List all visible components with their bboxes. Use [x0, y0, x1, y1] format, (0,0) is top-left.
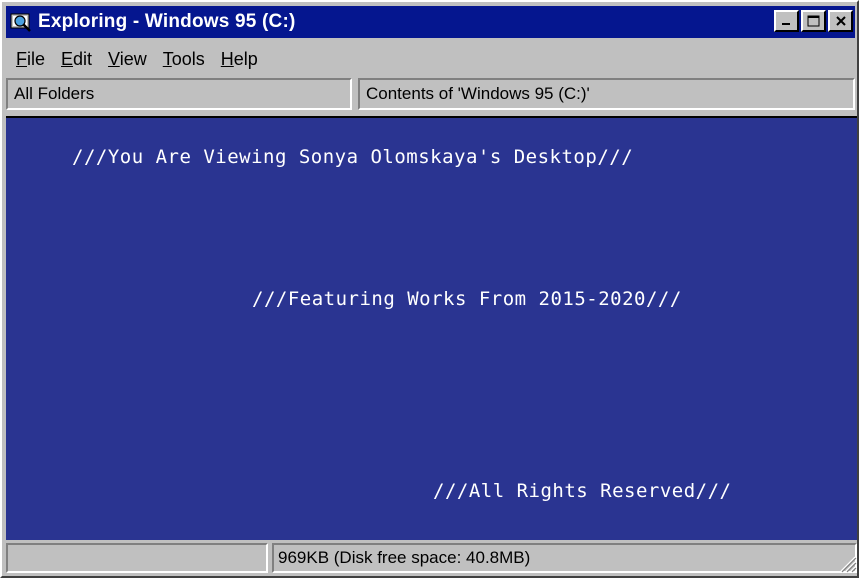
close-icon	[835, 16, 846, 26]
title-bar[interactable]: Exploring - Windows 95 (C:)	[6, 6, 855, 38]
resize-grip-icon[interactable]	[837, 553, 857, 573]
status-disk-space: 969KB (Disk free space: 40.8MB)	[272, 543, 857, 573]
contents-header: Contents of 'Windows 95 (C:)'	[358, 78, 855, 110]
menu-file[interactable]: File	[8, 49, 53, 70]
status-bar: 969KB (Disk free space: 40.8MB)	[6, 543, 857, 573]
menu-help[interactable]: Help	[213, 49, 266, 70]
status-left	[6, 543, 268, 573]
close-button[interactable]	[828, 10, 853, 32]
maximize-icon	[807, 15, 819, 27]
menu-tools[interactable]: Tools	[155, 49, 213, 70]
all-folders-header: All Folders	[6, 78, 352, 110]
explorer-window: Exploring - Windows 95 (C:) File Edit Vi…	[0, 0, 859, 578]
featuring-text: ///Featuring Works From 2015-2020///	[252, 288, 682, 310]
minimize-button[interactable]	[774, 10, 799, 32]
pane-headers: All Folders Contents of 'Windows 95 (C:)…	[6, 78, 855, 110]
window-controls	[774, 10, 853, 32]
contents-pane[interactable]: ///You Are Viewing Sonya Olomskaya's Des…	[6, 116, 857, 540]
rights-text: ///All Rights Reserved///	[433, 480, 732, 502]
menu-view[interactable]: View	[100, 49, 155, 70]
menu-bar: File Edit View Tools Help	[8, 44, 266, 74]
window-title: Exploring - Windows 95 (C:)	[38, 11, 296, 32]
maximize-button[interactable]	[801, 10, 826, 32]
explorer-icon[interactable]	[10, 11, 32, 33]
minimize-icon	[781, 23, 790, 25]
intro-text: ///You Are Viewing Sonya Olomskaya's Des…	[72, 146, 634, 168]
menu-edit[interactable]: Edit	[53, 49, 100, 70]
